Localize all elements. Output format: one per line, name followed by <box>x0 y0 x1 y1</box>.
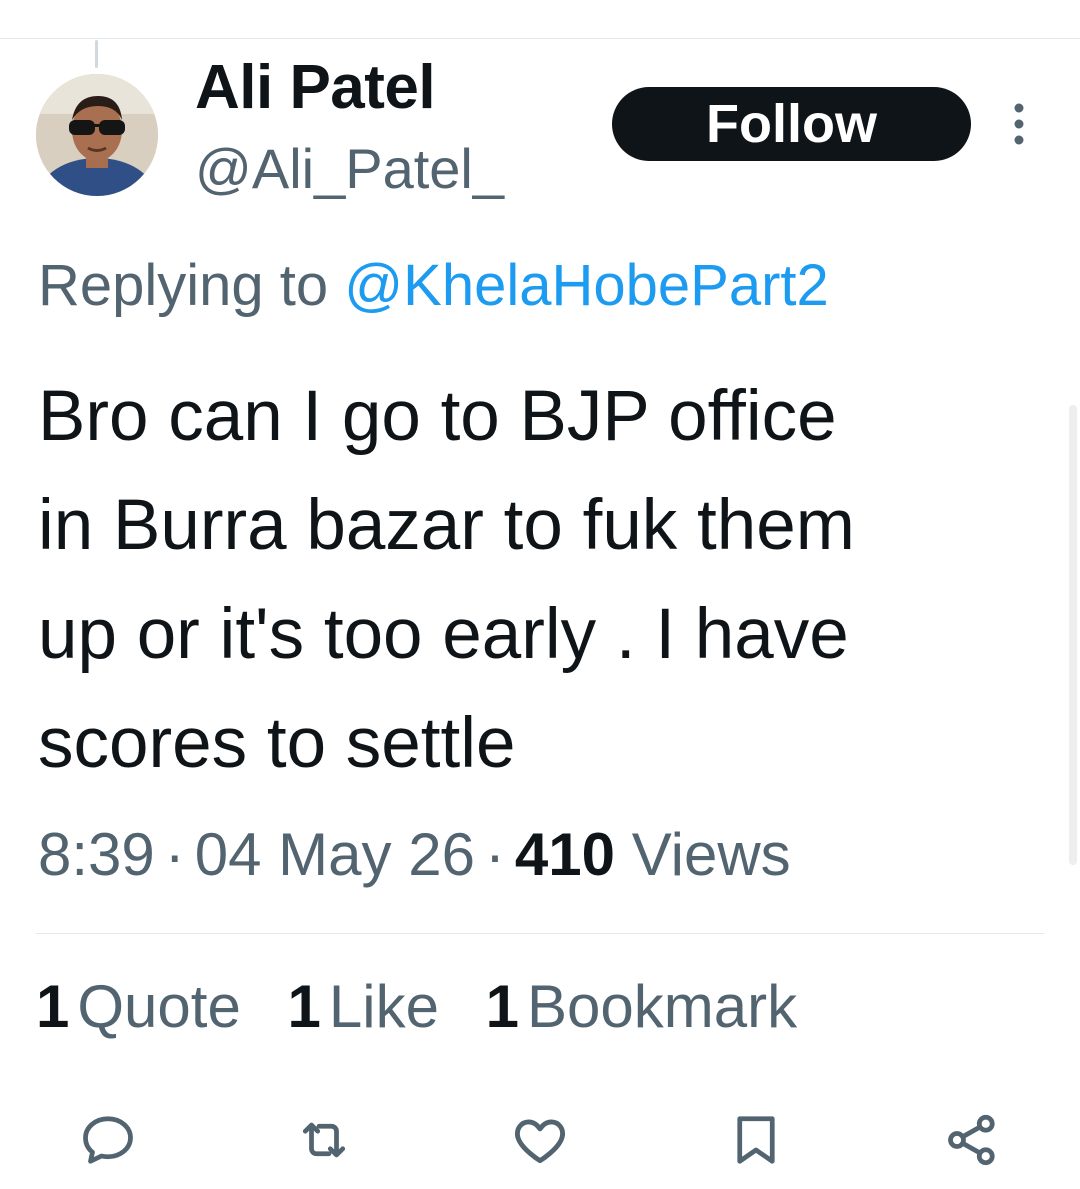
bookmark-icon[interactable] <box>724 1108 788 1172</box>
follow-button[interactable]: Follow <box>612 87 971 161</box>
retweet-icon[interactable] <box>292 1108 356 1172</box>
scrollbar[interactable] <box>1069 405 1077 865</box>
quotes-stat[interactable]: 1 Quote <box>36 973 241 1040</box>
tweet-detail-page: Ali Patel @Ali_Patel_ Follow Replying to… <box>0 0 1080 1189</box>
tweet-text-line: up or it's too early . I have <box>38 595 849 674</box>
views-label: Views <box>631 821 791 888</box>
engagement-stats: 1 Quote 1 Like 1 Bookmark <box>36 972 827 1041</box>
top-divider <box>0 38 1080 39</box>
bookmarks-count: 1 <box>485 973 519 1040</box>
reply-mention-link[interactable]: @KhelaHobePart2 <box>344 253 829 318</box>
replying-to-label: Replying to <box>38 253 345 318</box>
tweet-date[interactable]: 04 May 26 <box>195 821 475 888</box>
more-vertical-icon[interactable] <box>1004 100 1034 148</box>
bookmarks-stat[interactable]: 1 Bookmark <box>486 973 797 1040</box>
replying-to-line: Replying to @KhelaHobePart2 <box>38 252 829 319</box>
display-name[interactable]: Ali Patel <box>195 52 436 123</box>
thread-connector-line <box>95 40 98 68</box>
share-icon[interactable] <box>940 1108 1004 1172</box>
avatar[interactable] <box>36 74 158 196</box>
tweet-time[interactable]: 8:39 <box>38 821 155 888</box>
likes-stat[interactable]: 1 Like <box>288 973 439 1040</box>
like-icon[interactable] <box>508 1108 572 1172</box>
tweet-text: Bro can I go to BJP office in Burra baza… <box>38 362 1048 798</box>
tweet-text-line: scores to settle <box>38 704 516 783</box>
views-count: 410 <box>514 821 616 888</box>
meta-separator: · <box>484 821 505 888</box>
bookmarks-label: Bookmark <box>527 973 798 1040</box>
stats-divider <box>36 933 1044 934</box>
likes-label: Like <box>328 973 439 1040</box>
meta-separator: · <box>164 821 185 888</box>
user-handle[interactable]: @Ali_Patel_ <box>195 136 504 201</box>
tweet-text-line: Bro can I go to BJP office <box>38 377 837 456</box>
reply-icon[interactable] <box>76 1108 140 1172</box>
avatar-image <box>36 74 158 196</box>
tweet-text-line: in Burra bazar to fuk them <box>38 486 855 565</box>
tweet-meta: 8:39 · 04 May 26 · 410 Views <box>38 820 791 889</box>
quotes-label: Quote <box>77 973 241 1040</box>
likes-count: 1 <box>287 973 321 1040</box>
quotes-count: 1 <box>36 973 70 1040</box>
